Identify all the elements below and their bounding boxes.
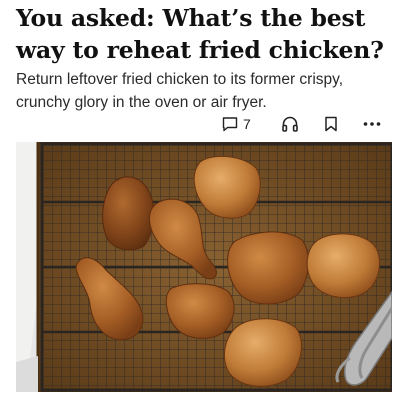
comment-count: 7 [243, 116, 251, 132]
listen-button[interactable] [278, 112, 302, 136]
article-headline: You asked: What’s the best way to reheat… [16, 4, 384, 64]
article-dek: Return leftover fried chicken to its for… [16, 71, 344, 111]
comments-button[interactable]: 7 [222, 112, 256, 136]
headphones-icon [281, 115, 299, 133]
chicken-breast-center [227, 231, 309, 305]
fried-chicken-photo [16, 142, 392, 392]
save-article-button[interactable] [319, 112, 343, 136]
bookmark-icon [324, 116, 338, 132]
article-hero-image [16, 142, 392, 392]
more-dots-icon [363, 121, 381, 127]
more-options-button[interactable] [360, 112, 384, 136]
chicken-thigh-bottom [223, 318, 302, 387]
chicken-wing-left [102, 176, 155, 251]
article-actions-bar: 7 [222, 112, 384, 136]
comment-icon [222, 116, 238, 132]
chicken-thigh-right [306, 233, 380, 298]
